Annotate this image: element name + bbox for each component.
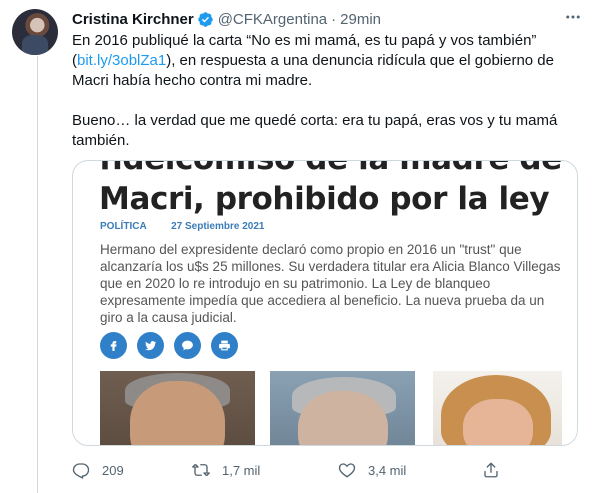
timestamp[interactable]: 29min <box>340 11 381 28</box>
tweet-paragraph-1: En 2016 publiqué la carta “No es mi mamá… <box>72 31 582 91</box>
tweet-actions: 209 1,7 mil 3,4 mil <box>72 458 522 482</box>
retweet-button[interactable]: 1,7 mil <box>192 458 260 482</box>
facebook-icon[interactable] <box>100 332 127 359</box>
card-headline-line-1: fideicomiso de la madre de <box>99 161 569 179</box>
share-button[interactable] <box>482 458 500 482</box>
avatar[interactable] <box>12 9 58 55</box>
link-card[interactable]: fideicomiso de la madre de Macri, prohib… <box>72 160 578 446</box>
separator-dot: · <box>331 10 337 28</box>
card-section: POLÍTICA <box>100 221 147 232</box>
twitter-icon[interactable] <box>137 332 164 359</box>
tweet-header: Cristina Kirchner @CFKArgentina · 29min <box>72 9 381 29</box>
author-name[interactable]: Cristina Kirchner <box>72 11 194 28</box>
retweet-icon <box>192 463 210 477</box>
tweet-paragraph-2: Bueno… la verdad que me quedé corta: era… <box>72 112 558 149</box>
card-headline-line-2: Macri, prohibido por la ley <box>99 181 550 217</box>
tweet-link[interactable]: bit.ly/3oblZa1 <box>77 52 166 69</box>
like-button[interactable]: 3,4 mil <box>338 458 406 482</box>
tweet-text: En 2016 publiqué la carta “No es mi mamá… <box>72 31 582 171</box>
reply-icon <box>72 463 90 479</box>
card-date: 27 Septiembre 2021 <box>171 221 265 232</box>
card-photos <box>100 371 562 445</box>
chat-icon[interactable] <box>174 332 201 359</box>
card-photo <box>270 371 415 445</box>
card-photo <box>100 371 255 445</box>
card-summary: Hermano del expresidente declaró como pr… <box>100 242 561 325</box>
like-icon <box>338 463 356 478</box>
tweet[interactable]: Cristina Kirchner @CFKArgentina · 29min … <box>0 0 601 493</box>
reply-button[interactable]: 209 <box>72 458 124 482</box>
like-count: 3,4 mil <box>368 462 407 478</box>
more-icon[interactable] <box>563 8 583 28</box>
reply-count: 209 <box>102 462 124 478</box>
retweet-count: 1,7 mil <box>222 462 261 478</box>
verified-badge-icon <box>197 11 213 27</box>
card-meta: POLÍTICA 27 Septiembre 2021 <box>100 221 264 232</box>
print-icon[interactable] <box>211 332 238 359</box>
card-share-buttons <box>100 332 238 359</box>
author-handle[interactable]: @CFKArgentina <box>218 11 327 28</box>
card-photo <box>433 371 562 445</box>
card-headline: fideicomiso de la madre de Macri, prohib… <box>99 161 569 219</box>
share-icon <box>484 462 498 478</box>
thread-line <box>37 56 38 493</box>
